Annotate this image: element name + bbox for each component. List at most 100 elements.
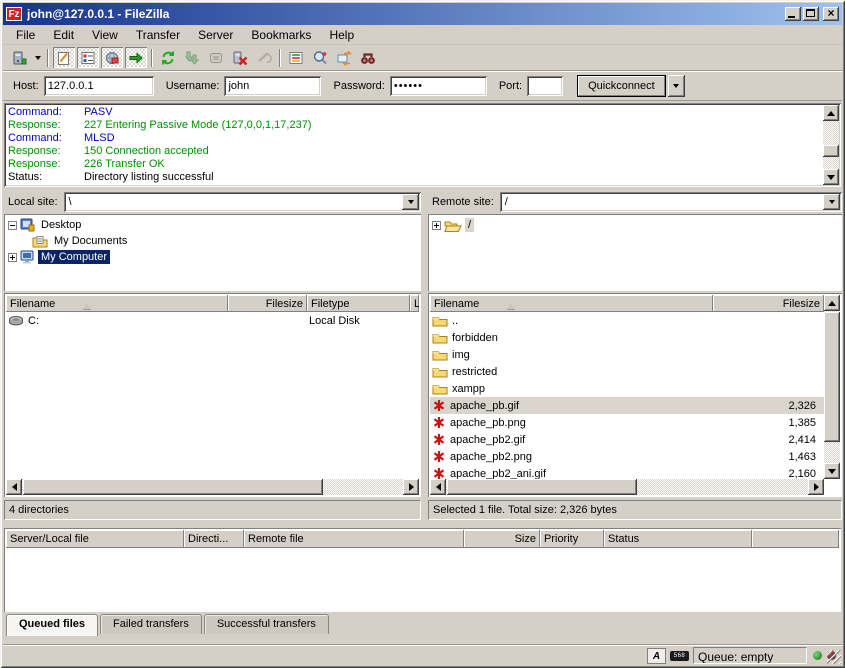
scroll-left-button[interactable] <box>6 479 22 495</box>
directory-comparison-button[interactable] <box>309 47 331 68</box>
file-row-apache-pb-gif-selected[interactable]: apache_pb.gif 2,326 <box>430 397 824 414</box>
minimize-button[interactable] <box>785 7 801 21</box>
toggle-message-log-button[interactable] <box>53 47 75 68</box>
reconnect-button[interactable] <box>253 47 275 68</box>
tree-item-my-computer[interactable]: My Computer <box>8 249 419 265</box>
speed-limit-icon[interactable]: 568 <box>670 651 689 661</box>
quickconnect-dropdown-button[interactable] <box>668 75 685 97</box>
port-input[interactable] <box>527 76 563 96</box>
remote-site-label: Remote site: <box>428 196 500 208</box>
local-horizontal-scrollbar[interactable] <box>6 479 419 495</box>
file-row-apache-pb2-png[interactable]: apache_pb2.png 1,463 <box>430 448 824 465</box>
menu-help[interactable]: Help <box>320 26 363 44</box>
menu-bookmarks[interactable]: Bookmarks <box>242 26 320 44</box>
toggle-transfer-queue-button[interactable] <box>125 47 147 68</box>
scrollbar-thumb[interactable] <box>447 479 637 495</box>
column-header-filesize[interactable]: Filesize <box>228 295 307 312</box>
column-header-size[interactable]: Size <box>464 530 540 548</box>
column-header-filetype[interactable]: Filetype <box>307 295 410 312</box>
tab-queued-files[interactable]: Queued files <box>6 614 98 636</box>
scroll-up-button[interactable] <box>824 295 840 311</box>
scroll-up-button[interactable] <box>823 105 839 121</box>
log-scrollbar[interactable] <box>823 105 839 185</box>
local-tree: Desktop My Documents My Computer <box>4 214 421 291</box>
remote-status-text: Selected 1 file. Total size: 2,326 bytes <box>428 500 842 520</box>
password-input[interactable] <box>390 76 487 96</box>
file-row-restricted[interactable]: restricted <box>430 363 824 380</box>
column-header-last-modified[interactable]: L <box>410 295 419 312</box>
column-header-filename[interactable]: Filename <box>430 295 713 312</box>
tree-item-desktop[interactable]: Desktop <box>8 217 419 233</box>
data-type-indicator-icon[interactable]: A <box>647 648 666 664</box>
toggle-remote-treeview-button[interactable] <box>101 47 123 68</box>
remote-vertical-scrollbar[interactable] <box>824 295 840 479</box>
cancel-operation-button[interactable] <box>205 47 227 68</box>
menu-edit[interactable]: Edit <box>44 26 83 44</box>
local-site-combobox[interactable]: \ <box>64 192 421 212</box>
queue-header: Server/Local file Directi... Remote file… <box>6 530 839 548</box>
refresh-icon <box>160 50 176 66</box>
maximize-button[interactable] <box>803 7 819 21</box>
scrollbar-thumb[interactable] <box>823 145 839 157</box>
remote-site-combobox[interactable]: / <box>500 192 842 212</box>
file-row-apache-pb2-ani-gif[interactable]: apache_pb2_ani.gif 2,160 <box>430 465 824 479</box>
expand-expander-icon[interactable] <box>432 221 441 230</box>
local-status-text: 4 directories <box>4 500 421 520</box>
column-header-status[interactable]: Status <box>604 530 752 548</box>
arrow-right-icon <box>814 483 823 491</box>
menu-file[interactable]: File <box>7 26 44 44</box>
file-row-apache-pb-png[interactable]: apache_pb.png 1,385 <box>430 414 824 431</box>
scroll-left-button[interactable] <box>430 479 446 495</box>
menu-transfer[interactable]: Transfer <box>127 26 189 44</box>
tab-failed-transfers[interactable]: Failed transfers <box>100 614 202 634</box>
local-list-header: Filename Filesize Filetype L <box>6 295 419 312</box>
synchronized-browsing-button[interactable] <box>333 47 355 68</box>
column-header-priority[interactable]: Priority <box>540 530 604 548</box>
collapse-expander-icon[interactable] <box>8 221 17 230</box>
file-row-parent-dir[interactable]: .. <box>430 312 824 329</box>
tree-item-root[interactable]: / <box>432 217 840 233</box>
site-manager-button[interactable] <box>8 47 30 68</box>
column-header-remote-file[interactable]: Remote file <box>244 530 464 548</box>
combo-dropdown-button[interactable] <box>402 194 419 210</box>
refresh-button[interactable] <box>157 47 179 68</box>
toolbar-separator <box>279 49 281 67</box>
menu-server[interactable]: Server <box>189 26 242 44</box>
column-header-direction[interactable]: Directi... <box>184 530 244 548</box>
quickconnect-button[interactable]: Quickconnect <box>577 75 666 97</box>
disconnect-icon <box>232 50 248 66</box>
scroll-right-button[interactable] <box>808 479 824 495</box>
arrow-down-icon <box>827 175 835 184</box>
arrow-left-icon <box>432 483 441 491</box>
file-row-c-drive[interactable]: C: Local Disk <box>6 312 419 329</box>
column-header-filename[interactable]: Filename <box>6 295 228 312</box>
site-manager-dropdown-button[interactable] <box>31 47 44 68</box>
local-list-body: C: Local Disk <box>6 312 419 479</box>
disconnect-button[interactable] <box>229 47 251 68</box>
expand-expander-icon[interactable] <box>8 253 17 262</box>
column-header-server-local-file[interactable]: Server/Local file <box>6 530 184 548</box>
scrollbar-thumb[interactable] <box>824 312 840 442</box>
file-row-forbidden[interactable]: forbidden <box>430 329 824 346</box>
close-button[interactable]: × <box>823 7 839 21</box>
resize-grip[interactable] <box>827 650 841 664</box>
process-queue-button[interactable] <box>181 47 203 68</box>
host-input[interactable] <box>44 76 154 96</box>
file-row-xampp[interactable]: xampp <box>430 380 824 397</box>
scroll-down-button[interactable] <box>823 169 839 185</box>
find-files-button[interactable] <box>357 47 379 68</box>
file-row-apache-pb2-gif[interactable]: apache_pb2.gif 2,414 <box>430 431 824 448</box>
combo-dropdown-button[interactable] <box>823 194 840 210</box>
scroll-down-button[interactable] <box>824 463 840 479</box>
remote-horizontal-scrollbar[interactable] <box>430 479 824 495</box>
toggle-local-treeview-button[interactable] <box>77 47 99 68</box>
column-header-filesize[interactable]: Filesize <box>713 295 824 312</box>
scrollbar-thumb[interactable] <box>23 479 323 495</box>
scroll-right-button[interactable] <box>403 479 419 495</box>
tab-successful-transfers[interactable]: Successful transfers <box>204 614 329 634</box>
file-row-img[interactable]: img <box>430 346 824 363</box>
directory-listing-filters-button[interactable] <box>285 47 307 68</box>
tree-item-my-documents[interactable]: My Documents <box>8 233 419 249</box>
menu-view[interactable]: View <box>83 26 127 44</box>
username-input[interactable] <box>224 76 321 96</box>
